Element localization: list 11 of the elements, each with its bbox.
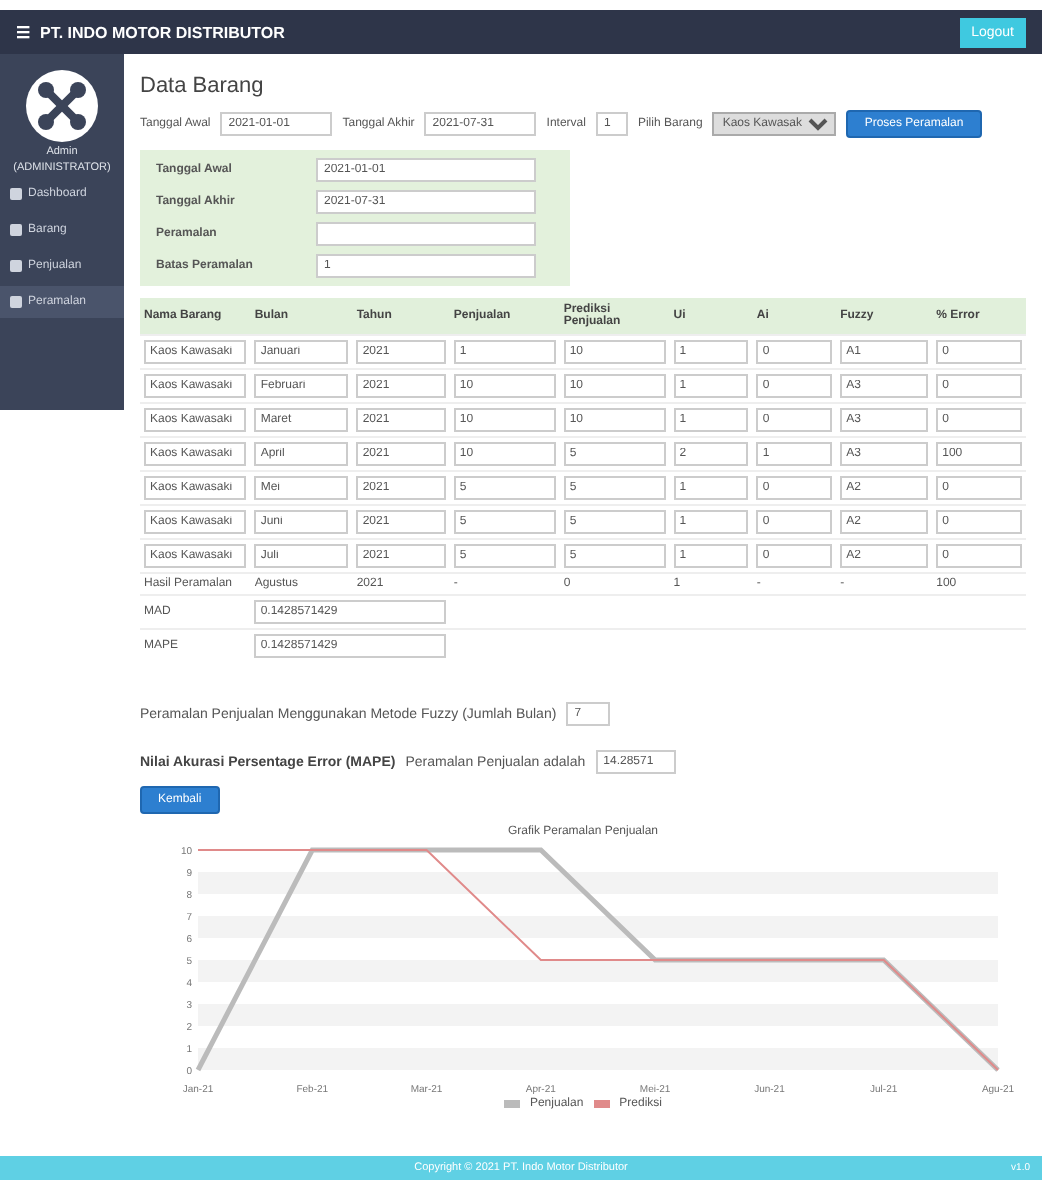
page-title: Data Barang bbox=[140, 74, 266, 98]
crossed-pistons-icon bbox=[36, 80, 88, 132]
app-title: PT. INDO MOTOR DISTRIBUTOR bbox=[40, 23, 285, 41]
menu-icon[interactable]: ☰ bbox=[16, 23, 30, 41]
menu-item-icon bbox=[10, 260, 22, 272]
legend-swatch-icon bbox=[593, 1100, 610, 1108]
menu-item-icon bbox=[10, 188, 22, 200]
menu-item-icon bbox=[10, 296, 22, 308]
input-field[interactable] bbox=[316, 222, 536, 246]
menu-item-icon bbox=[10, 224, 22, 236]
legend-swatch-icon bbox=[503, 1100, 520, 1108]
